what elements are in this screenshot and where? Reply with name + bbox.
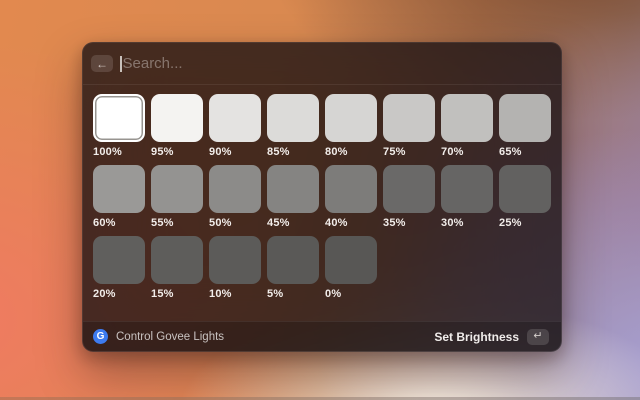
brightness-label: 25% — [499, 217, 551, 229]
brightness-option[interactable]: 20% — [93, 236, 145, 300]
brightness-grid: 100% 95% 90% 85% 80% 75% 70% 65% 60% 55% — [83, 85, 561, 321]
brightness-option[interactable]: 30% — [441, 165, 493, 229]
brightness-option[interactable]: 85% — [267, 94, 319, 158]
brightness-label: 30% — [441, 217, 493, 229]
brightness-option[interactable]: 50% — [209, 165, 261, 229]
brightness-swatch — [151, 165, 203, 213]
brightness-label: 45% — [267, 217, 319, 229]
brightness-swatch — [441, 94, 493, 142]
brightness-option[interactable]: 55% — [151, 165, 203, 229]
back-arrow-icon: ← — [96, 58, 108, 70]
brightness-label: 90% — [209, 146, 261, 158]
brightness-swatch — [325, 165, 377, 213]
brightness-label: 75% — [383, 146, 435, 158]
brightness-swatch — [151, 236, 203, 284]
brightness-option[interactable]: 60% — [93, 165, 145, 229]
brightness-label: 85% — [267, 146, 319, 158]
brightness-option[interactable]: 90% — [209, 94, 261, 158]
brightness-option[interactable]: 15% — [151, 236, 203, 300]
brightness-swatch — [441, 165, 493, 213]
brightness-option[interactable]: 35% — [383, 165, 435, 229]
brightness-option[interactable]: 25% — [499, 165, 551, 229]
enter-key-icon: ↵ — [527, 329, 549, 345]
brightness-label: 5% — [267, 288, 319, 300]
brightness-label: 100% — [93, 146, 145, 158]
brightness-swatch — [209, 236, 261, 284]
brightness-option[interactable]: 75% — [383, 94, 435, 158]
back-button[interactable]: ← — [91, 55, 113, 72]
brightness-swatch — [93, 236, 145, 284]
brightness-option[interactable]: 5% — [267, 236, 319, 300]
brightness-label: 40% — [325, 217, 377, 229]
brightness-option[interactable]: 65% — [499, 94, 551, 158]
govee-logo-icon: G — [93, 329, 108, 344]
brightness-swatch — [383, 94, 435, 142]
brightness-option[interactable]: 100% — [93, 94, 145, 158]
brightness-label: 20% — [93, 288, 145, 300]
brightness-label: 0% — [325, 288, 377, 300]
extension-window: ← 100% 95% 90% 85% 80% 75% 70% 65% 60% — [82, 42, 562, 352]
brightness-swatch — [209, 165, 261, 213]
brightness-label: 35% — [383, 217, 435, 229]
brightness-label: 50% — [209, 217, 261, 229]
brightness-label: 95% — [151, 146, 203, 158]
search-bar: ← — [83, 43, 561, 85]
brightness-label: 65% — [499, 146, 551, 158]
brightness-swatch — [325, 236, 377, 284]
brightness-swatch — [499, 165, 551, 213]
text-caret — [120, 56, 122, 72]
brightness-swatch — [93, 165, 145, 213]
search-input[interactable] — [123, 55, 548, 72]
brightness-option[interactable]: 40% — [325, 165, 377, 229]
brightness-swatch — [383, 165, 435, 213]
brightness-label: 60% — [93, 217, 145, 229]
brightness-swatch — [267, 165, 319, 213]
primary-action-label: Set Brightness — [434, 330, 519, 344]
brightness-swatch — [325, 94, 377, 142]
brightness-swatch — [209, 94, 261, 142]
brightness-option[interactable]: 0% — [325, 236, 377, 300]
primary-action[interactable]: Set Brightness ↵ — [434, 329, 549, 345]
extension-name: Control Govee Lights — [116, 331, 224, 343]
extension-info: G Control Govee Lights — [93, 329, 224, 344]
brightness-label: 80% — [325, 146, 377, 158]
brightness-swatch — [499, 94, 551, 142]
brightness-option[interactable]: 70% — [441, 94, 493, 158]
brightness-swatch — [93, 94, 145, 142]
brightness-label: 70% — [441, 146, 493, 158]
brightness-label: 15% — [151, 288, 203, 300]
footer-bar: G Control Govee Lights Set Brightness ↵ — [83, 321, 561, 351]
brightness-swatch — [267, 94, 319, 142]
brightness-option[interactable]: 10% — [209, 236, 261, 300]
brightness-swatch — [151, 94, 203, 142]
brightness-option[interactable]: 80% — [325, 94, 377, 158]
brightness-swatch — [267, 236, 319, 284]
brightness-option[interactable]: 95% — [151, 94, 203, 158]
brightness-label: 55% — [151, 217, 203, 229]
brightness-option[interactable]: 45% — [267, 165, 319, 229]
brightness-label: 10% — [209, 288, 261, 300]
